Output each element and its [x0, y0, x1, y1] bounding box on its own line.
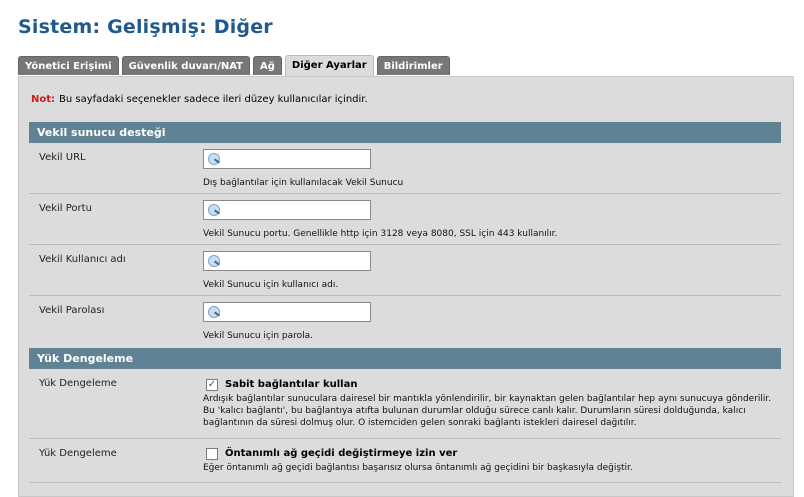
field-label-proxy-password: Vekil Parolası	[39, 305, 105, 316]
field-label-proxy-port: Vekil Portu	[39, 203, 92, 214]
description-line: Eğer öntanımlı ağ geçidi bağlantısı başa…	[203, 463, 633, 473]
tab-admin-access[interactable]: Yönetici Erişimi	[18, 56, 119, 75]
field-label-load-balancing: Yük Dengeleme	[39, 378, 117, 389]
tab-other-settings[interactable]: Diğer Ayarlar	[284, 55, 374, 76]
sticky-connections-checkbox[interactable]: ✓	[206, 379, 218, 391]
page-title: Sistem: Gelişmiş: Diğer	[18, 16, 273, 38]
section-header-load-balancing: Yük Dengeleme	[29, 348, 781, 369]
proxy-port-input[interactable]	[226, 204, 370, 223]
row-proxy-port: Vekil Portu Vekil Sunucu portu. Genellik…	[29, 194, 781, 245]
sticky-connections-description: Ardışık bağlantılar sunuculara dairesel …	[203, 393, 773, 429]
help-text-proxy-username: Vekil Sunucu için kullanıcı adı.	[203, 280, 339, 290]
proxy-username-input-box[interactable]	[203, 251, 371, 274]
row-sticky-connections: Yük Dengeleme ✓ Sabit bağlantılar kullan…	[29, 369, 781, 439]
tab-notifications[interactable]: Bildirimler	[376, 56, 450, 75]
gateway-switching-label[interactable]: Öntanımlı ağ geçidi değiştirmeye izin ve…	[225, 448, 457, 459]
description-line: Ardışık bağlantılar sunuculara dairesel …	[203, 394, 772, 404]
sticky-connections-label[interactable]: Sabit bağlantılar kullan	[225, 379, 357, 390]
help-text-proxy-url: Dış bağlantılar için kullanılacak Vekil …	[203, 178, 404, 188]
field-label-load-balancing: Yük Dengeleme	[39, 448, 117, 459]
tab-network[interactable]: Ağ	[253, 56, 282, 75]
row-proxy-username: Vekil Kullanıcı adı Vekil Sunucu için ku…	[29, 245, 781, 296]
proxy-password-input-box[interactable]	[203, 302, 371, 325]
proxy-username-input[interactable]	[226, 255, 370, 274]
help-text-proxy-port: Vekil Sunucu portu. Genellikle http için…	[203, 229, 558, 239]
field-label-proxy-url: Vekil URL	[39, 152, 86, 163]
description-line: Bu 'kalıcı bağlantı', bu bağlantıya atıf…	[203, 406, 746, 416]
tab-firewall-nat[interactable]: Güvenlik duvarı/NAT	[121, 56, 251, 75]
note-text: Bu sayfadaki seçenekler sadece ileri düz…	[59, 94, 368, 105]
settings-panel: Not: Bu sayfadaki seçenekler sadece ileri…	[18, 76, 794, 497]
note: Not: Bu sayfadaki seçenekler sadece ileri…	[31, 94, 368, 105]
section-header-proxy: Vekil sunucu desteği	[29, 122, 781, 143]
note-label: Not:	[31, 94, 56, 105]
row-proxy-url: Vekil URL Dış bağlantılar için kullanıla…	[29, 143, 781, 194]
proxy-password-input[interactable]	[226, 306, 370, 325]
help-text-proxy-password: Vekil Sunucu için parola.	[203, 331, 314, 341]
proxy-url-input[interactable]	[226, 153, 370, 172]
field-label-proxy-username: Vekil Kullanıcı adı	[39, 254, 126, 265]
description-line: bağlantının da süresi dolmuş olur. O ist…	[203, 418, 637, 428]
gateway-switching-description: Eğer öntanımlı ağ geçidi bağlantısı başa…	[203, 462, 773, 474]
row-proxy-password: Vekil Parolası Vekil Sunucu için parola.	[29, 296, 781, 347]
gateway-switching-checkbox[interactable]	[206, 448, 218, 460]
key-icon	[208, 306, 220, 318]
tab-bar: Yönetici Erişimi Güvenlik duvarı/NAT Ağ …	[18, 55, 453, 76]
row-gateway-switching: Yük Dengeleme Öntanımlı ağ geçidi değişt…	[29, 439, 781, 483]
key-icon	[208, 204, 220, 216]
proxy-url-input-box[interactable]	[203, 149, 371, 172]
proxy-port-input-box[interactable]	[203, 200, 371, 223]
key-icon	[208, 153, 220, 165]
key-icon	[208, 255, 220, 267]
